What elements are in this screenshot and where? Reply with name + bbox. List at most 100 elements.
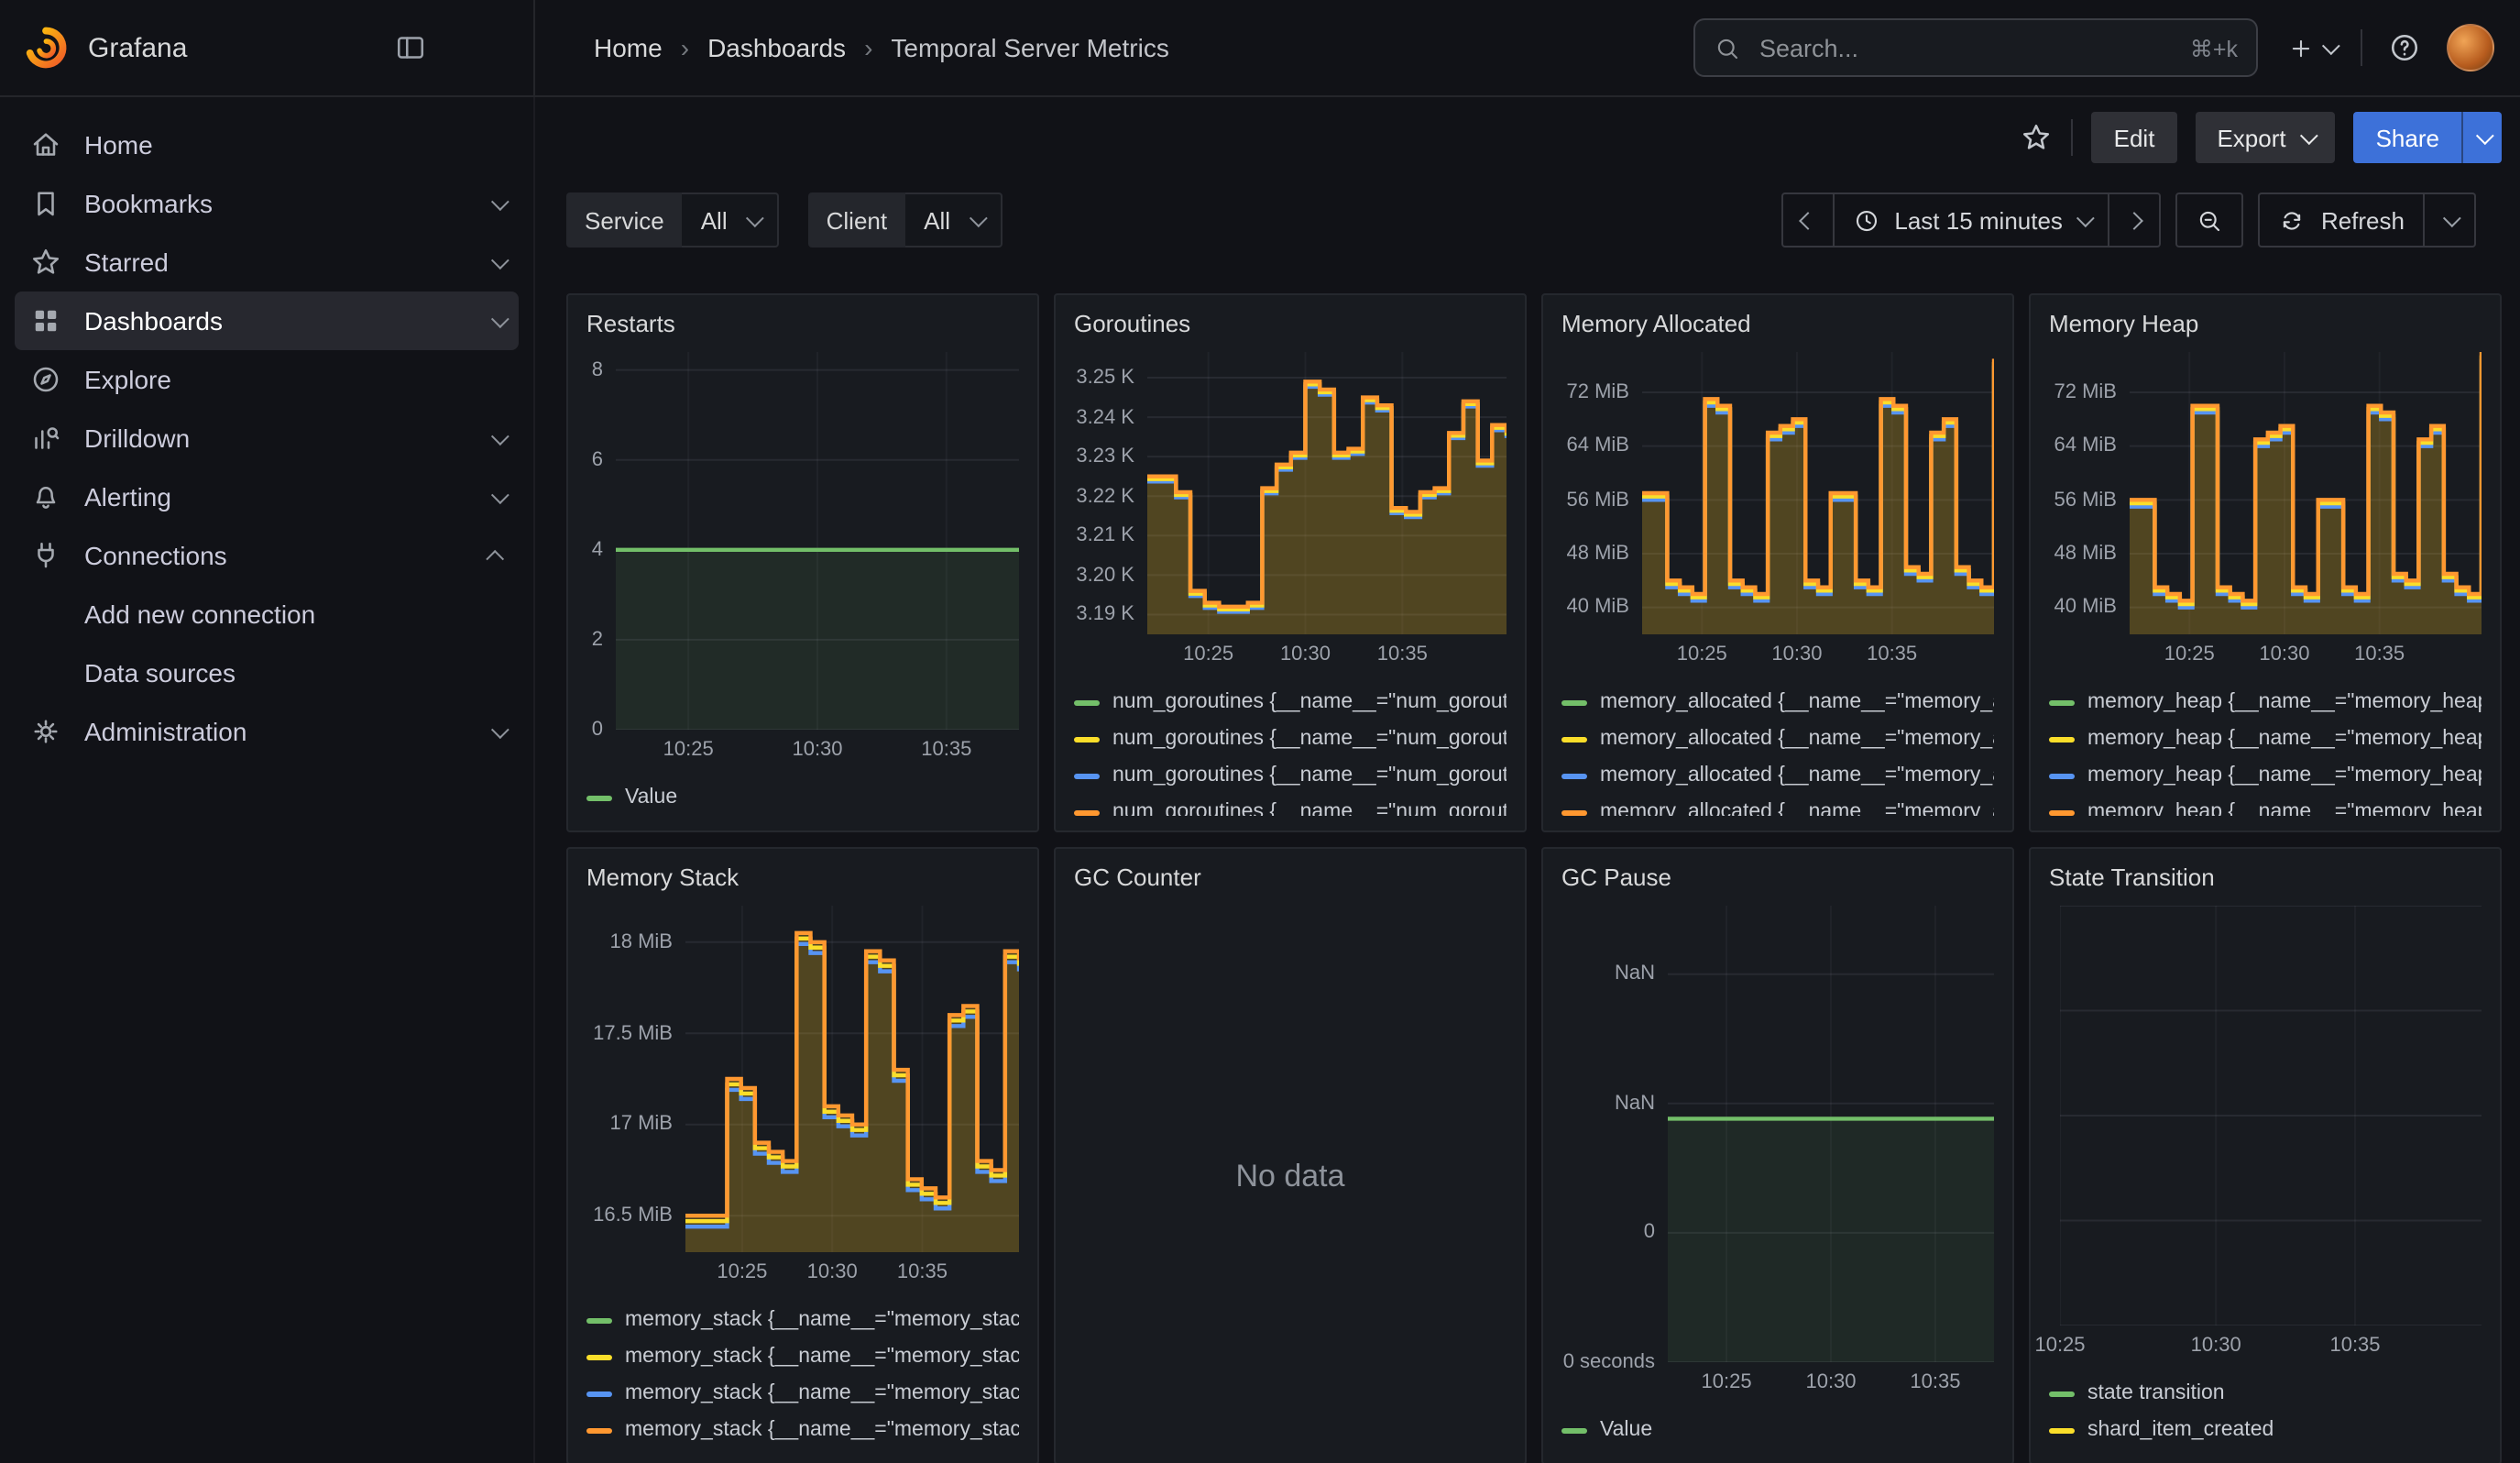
refresh-button[interactable]: Refresh (2259, 192, 2425, 248)
panel-title[interactable]: GC Pause (1561, 864, 1994, 891)
legend-item[interactable]: num_goroutines {__name__="num_goroutines… (1074, 720, 1507, 757)
chevron-down-icon[interactable] (491, 309, 509, 327)
panel-title[interactable]: GC Counter (1074, 864, 1507, 891)
plot-area[interactable] (2060, 906, 2482, 1326)
legend-item[interactable]: state transition (2049, 1375, 2482, 1412)
export-button[interactable]: Export (2195, 112, 2335, 163)
sidebar-toggle-button[interactable] (383, 29, 438, 66)
zoom-out-button[interactable] (2176, 192, 2244, 248)
legend-color-dash (586, 1354, 612, 1359)
client-value-dropdown[interactable]: All (905, 192, 1002, 248)
legend-item[interactable]: memory_allocated {__name__="memory_alloc… (1561, 794, 1994, 816)
legend-item[interactable]: memory_stack {__name__="memory_stack" (586, 1375, 1019, 1412)
legend-item[interactable]: Value (1561, 1412, 1994, 1448)
sidebar-item-connections[interactable]: Connections (15, 526, 519, 585)
time-shift-forward-button[interactable] (2110, 192, 2162, 248)
service-value-dropdown[interactable]: All (683, 192, 779, 248)
panel-restarts: Restarts 8642010:2510:3010:35Value (566, 293, 1039, 832)
chevron-down-icon[interactable] (491, 192, 509, 210)
breadcrumb-home[interactable]: Home (594, 33, 663, 62)
grafana-logo[interactable] (22, 24, 70, 72)
brand-title: Grafana (88, 32, 187, 63)
nav-left-section: Grafana (0, 0, 535, 95)
panel-title[interactable]: Memory Heap (2049, 310, 2482, 337)
time-shift-back-button[interactable] (1780, 192, 1834, 248)
sidebar-item-label: Data sources (84, 658, 236, 688)
client-variable: Client All (808, 192, 1002, 248)
sidebar-item-label: Administration (84, 717, 247, 746)
sidebar-item-explore[interactable]: Explore (15, 350, 519, 409)
gc-pause-chart: NaNNaN00 seconds10:2510:3010:35Value (1561, 906, 1994, 1448)
chevron-down-icon[interactable] (491, 426, 509, 445)
refresh-icon (2279, 206, 2306, 234)
legend-item[interactable]: shard_item_created (2049, 1412, 2482, 1448)
legend-item[interactable]: memory_stack {__name__="memory_stack" (586, 1302, 1019, 1338)
panel-title[interactable]: State Transition (2049, 864, 2482, 891)
plot-area[interactable] (1668, 906, 1994, 1362)
legend-item[interactable]: memory_allocated {__name__="memory_alloc… (1561, 684, 1994, 720)
panel-title[interactable]: Memory Stack (586, 864, 1019, 891)
y-axis: 3.25 K3.24 K3.23 K3.22 K3.21 K3.20 K3.19… (1074, 352, 1147, 634)
sidebar-item-starred[interactable]: Starred (15, 233, 519, 292)
plot-area[interactable] (1642, 352, 1994, 634)
sidebar-item-home[interactable]: Home (15, 116, 519, 174)
legend-item[interactable]: memory_allocated {__name__="memory_alloc… (1561, 720, 1994, 757)
sidebar-item-label: Starred (84, 248, 169, 277)
sidebar-item-drilldown[interactable]: Drilldown (15, 409, 519, 468)
user-avatar[interactable] (2447, 24, 2494, 72)
panel-title[interactable]: Goroutines (1074, 310, 1507, 337)
legend-item[interactable]: num_goroutines {__name__="num_goroutines… (1074, 684, 1507, 720)
legend-label: memory_stack {__name__="memory_stack" (625, 1346, 1019, 1368)
y-axis: 72 MiB64 MiB56 MiB48 MiB40 MiB (1561, 352, 1642, 634)
legend-item[interactable]: Value (586, 779, 1019, 816)
legend-item[interactable]: memory_heap {__name__="memory_heap" (2049, 757, 2482, 794)
help-button[interactable] (2388, 31, 2421, 64)
legend-color-dash (1074, 809, 1100, 815)
star-icon (29, 246, 62, 279)
chevron-down-icon[interactable] (491, 720, 509, 738)
favorite-button[interactable] (2021, 121, 2054, 154)
legend-item[interactable]: memory_stack {__name__="memory_stack" (586, 1338, 1019, 1375)
breadcrumb-dashboards[interactable]: Dashboards (707, 33, 846, 62)
x-axis: 10:2510:3010:35 (2130, 644, 2482, 673)
app-shell: Home Bookmarks Starred Dashboards (0, 97, 2520, 1463)
edit-button[interactable]: Edit (2092, 112, 2177, 163)
share-button[interactable]: Share (2354, 112, 2461, 163)
search-shortcut: ⌘+k (2190, 34, 2238, 61)
panel-state-transition: State Transition 10:2510:3010:35state tr… (2029, 847, 2502, 1463)
plot-area[interactable] (2130, 352, 2482, 634)
search-input[interactable] (1756, 32, 2190, 63)
add-new-button[interactable] (2287, 34, 2335, 61)
time-range-picker[interactable]: Last 15 minutes (1834, 192, 2110, 248)
breadcrumb-separator: › (864, 33, 872, 62)
sidebar-item-bookmarks[interactable]: Bookmarks (15, 174, 519, 233)
panel-title[interactable]: Memory Allocated (1561, 310, 1994, 337)
panel-title[interactable]: Restarts (586, 310, 1019, 337)
chevron-down-icon[interactable] (491, 250, 509, 269)
sidebar-item-dashboards[interactable]: Dashboards (15, 292, 519, 350)
legend-item[interactable]: memory_stack {__name__="memory_stack" (586, 1412, 1019, 1448)
legend-item[interactable]: memory_allocated {__name__="memory_alloc… (1561, 757, 1994, 794)
search-box[interactable]: ⌘+k (1693, 18, 2258, 77)
legend-item[interactable]: num_goroutines {__name__="num_goroutines… (1074, 757, 1507, 794)
chevron-down-icon[interactable] (491, 485, 509, 503)
chevron-up-icon[interactable] (486, 549, 504, 567)
legend-item[interactable]: num_goroutines {__name__="num_goroutines… (1074, 794, 1507, 816)
share-menu-button[interactable] (2461, 112, 2502, 163)
sidebar-item-alerting[interactable]: Alerting (15, 468, 519, 526)
legend-color-dash (2049, 736, 2075, 742)
legend-item[interactable]: memory_heap {__name__="memory_heap" (2049, 720, 2482, 757)
sidebar-item-data-sources[interactable]: Data sources (15, 644, 519, 702)
refresh-interval-button[interactable] (2425, 192, 2476, 248)
sidebar-item-label: Bookmarks (84, 189, 213, 218)
legend-item[interactable]: memory_heap {__name__="memory_heap" (2049, 684, 2482, 720)
legend-label: num_goroutines {__name__="num_goroutines… (1112, 728, 1507, 750)
legend-item[interactable]: memory_heap {__name__="memory_heap" (2049, 794, 2482, 816)
chevron-down-icon (2443, 208, 2461, 226)
sidebar-item-administration[interactable]: Administration (15, 702, 519, 761)
refresh-label: Refresh (2321, 206, 2405, 234)
sidebar-item-add-new-connection[interactable]: Add new connection (15, 585, 519, 644)
plot-area[interactable] (1147, 352, 1507, 634)
plot-area[interactable] (685, 906, 1019, 1252)
plot-area[interactable] (616, 352, 1019, 730)
